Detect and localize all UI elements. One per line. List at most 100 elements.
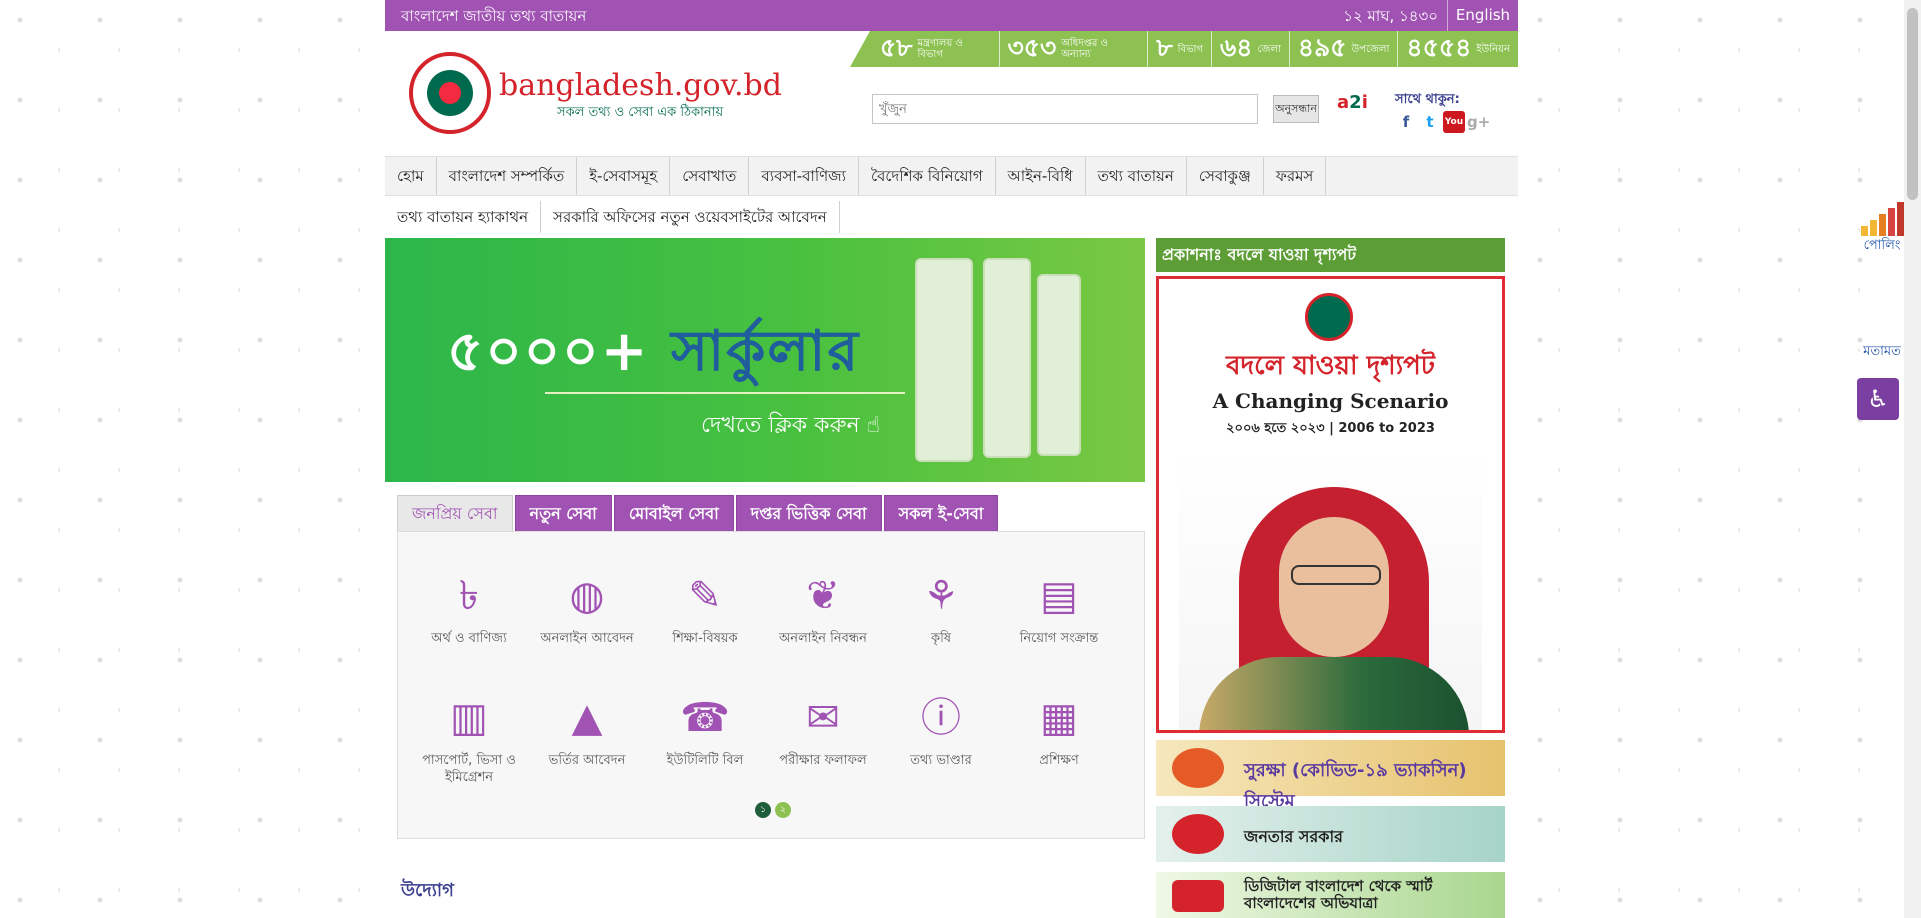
stat-item[interactable]: ৬৪ জেলা [1212, 31, 1290, 67]
publication-card[interactable]: বদলে যাওয়া দৃশ্যপট A Changing Scenario … [1156, 276, 1505, 733]
service-label: কৃষি [931, 631, 951, 646]
youtube-icon[interactable]: You [1443, 111, 1465, 133]
nav-item[interactable]: তথ্য বাতায়ন [1086, 157, 1187, 195]
training-icon: ▦ [1040, 695, 1078, 741]
service-label: নিয়োগ সংক্রান্ত [1019, 631, 1099, 646]
globe-icon: ◍ [569, 573, 605, 619]
service-label: অনলাইন আবেদন [540, 631, 634, 646]
publication-title-en: A Changing Scenario [1212, 389, 1449, 413]
service-item[interactable]: ◍ অনলাইন আবেদন [528, 568, 646, 647]
stat-item[interactable]: ৫৮ মন্ত্রণালয় ও বিভাগ [850, 31, 1000, 67]
service-item[interactable]: ⓘ তথ্য ভাণ্ডার [882, 690, 1000, 769]
service-tab[interactable]: দপ্তর ভিত্তিক সেবা [735, 495, 882, 533]
service-item[interactable]: ▤ নিয়োগ সংক্রান্ত [1000, 568, 1118, 647]
pager-dot[interactable]: ২ [775, 802, 791, 818]
poll-label[interactable]: পোলিং [1855, 236, 1909, 257]
follow-us-label: সাথে থাকুন: [1395, 92, 1460, 107]
passport-icon: ▥ [450, 695, 488, 741]
stat-label: মন্ত্রণালয় ও বিভাগ [917, 38, 963, 60]
service-item[interactable]: ✎ শিক্ষা-বিষয়ক [646, 568, 764, 647]
stat-item[interactable]: ৪৫৫৪ ইউনিয়ন [1398, 31, 1518, 67]
poll-chart-icon [1855, 200, 1909, 236]
stat-label: অধিদপ্তর ও অন্যান্য [1061, 38, 1108, 60]
nav-item[interactable]: সেবাখাত [670, 157, 750, 195]
service-tab[interactable]: নতুন সেবা [514, 495, 612, 533]
binder-icon [915, 258, 973, 462]
page-scrollbar[interactable] [1904, 0, 1921, 918]
pager-dot[interactable]: ১ [755, 802, 771, 818]
search-button[interactable]: অনুসন্ধান [1273, 95, 1319, 123]
publication-years: ২০০৬ হতে ২০২৩ | 2006 to 2023 [1226, 421, 1435, 436]
video-play-icon [1172, 880, 1224, 912]
service-item[interactable]: ▦ প্রশিক্ষণ [1000, 690, 1118, 769]
poll-widget[interactable]: পোলিং [1855, 200, 1909, 257]
brand-name[interactable]: bangladesh.gov.bd [499, 68, 782, 103]
banner-headline: ৫০০০+ সার্কুলার [447, 318, 861, 384]
subnav-item[interactable]: তথ্য বাতায়ন হ্যাকাথন [385, 201, 542, 233]
service-item[interactable]: ৳ অর্থ ও বাণিজ্য [410, 568, 528, 647]
nav-item[interactable]: সেবাকুঞ্জ [1187, 157, 1264, 195]
site-title[interactable]: বাংলাদেশ জাতীয় তথ্য বাতায়ন [401, 5, 586, 30]
google-plus-icon[interactable]: g+ [1467, 111, 1490, 133]
binder-icon [983, 258, 1031, 458]
government-seal-logo[interactable] [409, 52, 491, 134]
service-label: ইউটিলিটি বিল [666, 753, 744, 768]
services-pager: ১২ [755, 802, 791, 818]
accessibility-icon[interactable]: ♿ [1857, 378, 1899, 420]
nav-item[interactable]: আইন-বিধি [996, 157, 1086, 195]
jonotar-sorkar-logo-icon [1172, 814, 1224, 854]
circular-banner[interactable]: ৫০০০+ সার্কুলার দেখতে ক্লিক করুন ☝ [385, 238, 1145, 482]
language-switch-link[interactable]: English [1447, 0, 1518, 31]
banner-cta[interactable]: দেখতে ক্লিক করুন ☝ [701, 408, 880, 445]
stat-item[interactable]: ৩৫৩ অধিদপ্তর ও অন্যান্য [1000, 31, 1149, 67]
a2i-logo[interactable]: a2i [1337, 92, 1368, 113]
stat-item[interactable]: ৮ বিভাগ [1148, 31, 1212, 67]
stat-number: ৪৯৫ [1297, 32, 1347, 62]
stat-item[interactable]: ৪৯৫ উপজেলা [1290, 31, 1399, 67]
service-tab[interactable]: সকল ই-সেবা [883, 495, 999, 533]
recruitment-icon: ▤ [1040, 573, 1078, 619]
service-item[interactable]: ▥ পাসপোর্ট, ভিসা ও ইমিগ্রেশন [410, 690, 528, 786]
stats-bar: ৫৮ মন্ত্রণালয় ও বিভাগ ৩৫৩ অধিদপ্তর ও অন্যা… [850, 31, 1518, 67]
service-label: অর্থ ও বাণিজ্য [431, 631, 507, 646]
stat-label: ইউনিয়ন [1476, 43, 1510, 55]
nav-item[interactable]: হোম [385, 157, 437, 195]
stat-number: ৩৫৩ [1007, 32, 1057, 62]
promo-text: ডিজিটাল বাংলাদেশ থেকে স্মার্ট বাংলাদেশের… [1244, 877, 1433, 912]
opinion-link[interactable]: মতামত [1852, 342, 1912, 363]
service-item[interactable]: ⚘ কৃষি [882, 568, 1000, 647]
nav-item[interactable]: বৈদেশিক বিনিয়োগ [859, 157, 996, 195]
service-label: পরীক্ষার ফলাফল [779, 753, 867, 768]
social-links: f t You g+ [1395, 111, 1490, 133]
nav-item[interactable]: বাংলাদেশ সম্পর্কিত [437, 157, 578, 195]
sub-navigation: তথ্য বাতায়ন হ্যাকাথন সরকারি অফিসের নতুন … [385, 201, 840, 233]
page-container: বাংলাদেশ জাতীয় তথ্য বাতায়ন ১২ মাঘ, ১৪৩… [385, 0, 1518, 918]
service-tab[interactable]: মোবাইল সেবা [613, 495, 734, 533]
service-label: অনলাইন নিবন্ধন [779, 631, 867, 646]
facebook-icon[interactable]: f [1395, 111, 1417, 133]
surokkha-promo[interactable]: সুরক্ষা (কোভিড-১৯ ভ্যাকসিন) সিস্টেম [1156, 740, 1505, 812]
service-item[interactable]: ☎ ইউটিলিটি বিল [646, 690, 764, 769]
service-label: প্রশিক্ষণ [1039, 753, 1079, 768]
smart-bangladesh-promo[interactable]: ডিজিটাল বাংলাদেশ থেকে স্মার্ট বাংলাদেশের… [1156, 872, 1505, 918]
search-input[interactable] [872, 94, 1258, 124]
service-label: তথ্য ভাণ্ডার [910, 753, 972, 768]
service-label: শিক্ষা-বিষয়ক [672, 631, 738, 646]
government-seal-icon [1305, 293, 1353, 341]
main-navigation: হোম বাংলাদেশ সম্পর্কিত ই-সেবাসমূহ সেবাখাত ব্… [385, 156, 1518, 196]
service-item[interactable]: ❦ অনলাইন নিবন্ধন [764, 568, 882, 647]
publication-title-bn: বদলে যাওয়া দৃশ্যপট [1226, 351, 1435, 381]
service-tabs: জনপ্রিয় সেবা নতুন সেবা মোবাইল সেবা দপ্তর ভ… [397, 495, 999, 533]
stat-number: ৪৫৫৪ [1406, 32, 1472, 62]
service-item[interactable]: ✉ পরীক্ষার ফলাফল [764, 690, 882, 769]
publication-heading[interactable]: প্রকাশনাঃ বদলে যাওয়া দৃশ্যপট [1156, 238, 1505, 272]
service-tab[interactable]: জনপ্রিয় সেবা [397, 495, 513, 533]
scrollbar-thumb[interactable] [1907, 8, 1918, 200]
subnav-item[interactable]: সরকারি অফিসের নতুন ওয়েবসাইটের আবেদন [541, 201, 840, 233]
nav-item[interactable]: ব্যবসা-বাণিজ্য [749, 157, 859, 195]
nav-item[interactable]: ই-সেবাসমূহ [577, 157, 671, 195]
twitter-icon[interactable]: t [1419, 111, 1441, 133]
jonotar-sorkar-promo[interactable]: জনতার সরকার [1156, 806, 1505, 862]
nav-item[interactable]: ফরমস [1264, 157, 1327, 195]
service-item[interactable]: ▲ ভর্তির আবেদন [528, 690, 646, 769]
